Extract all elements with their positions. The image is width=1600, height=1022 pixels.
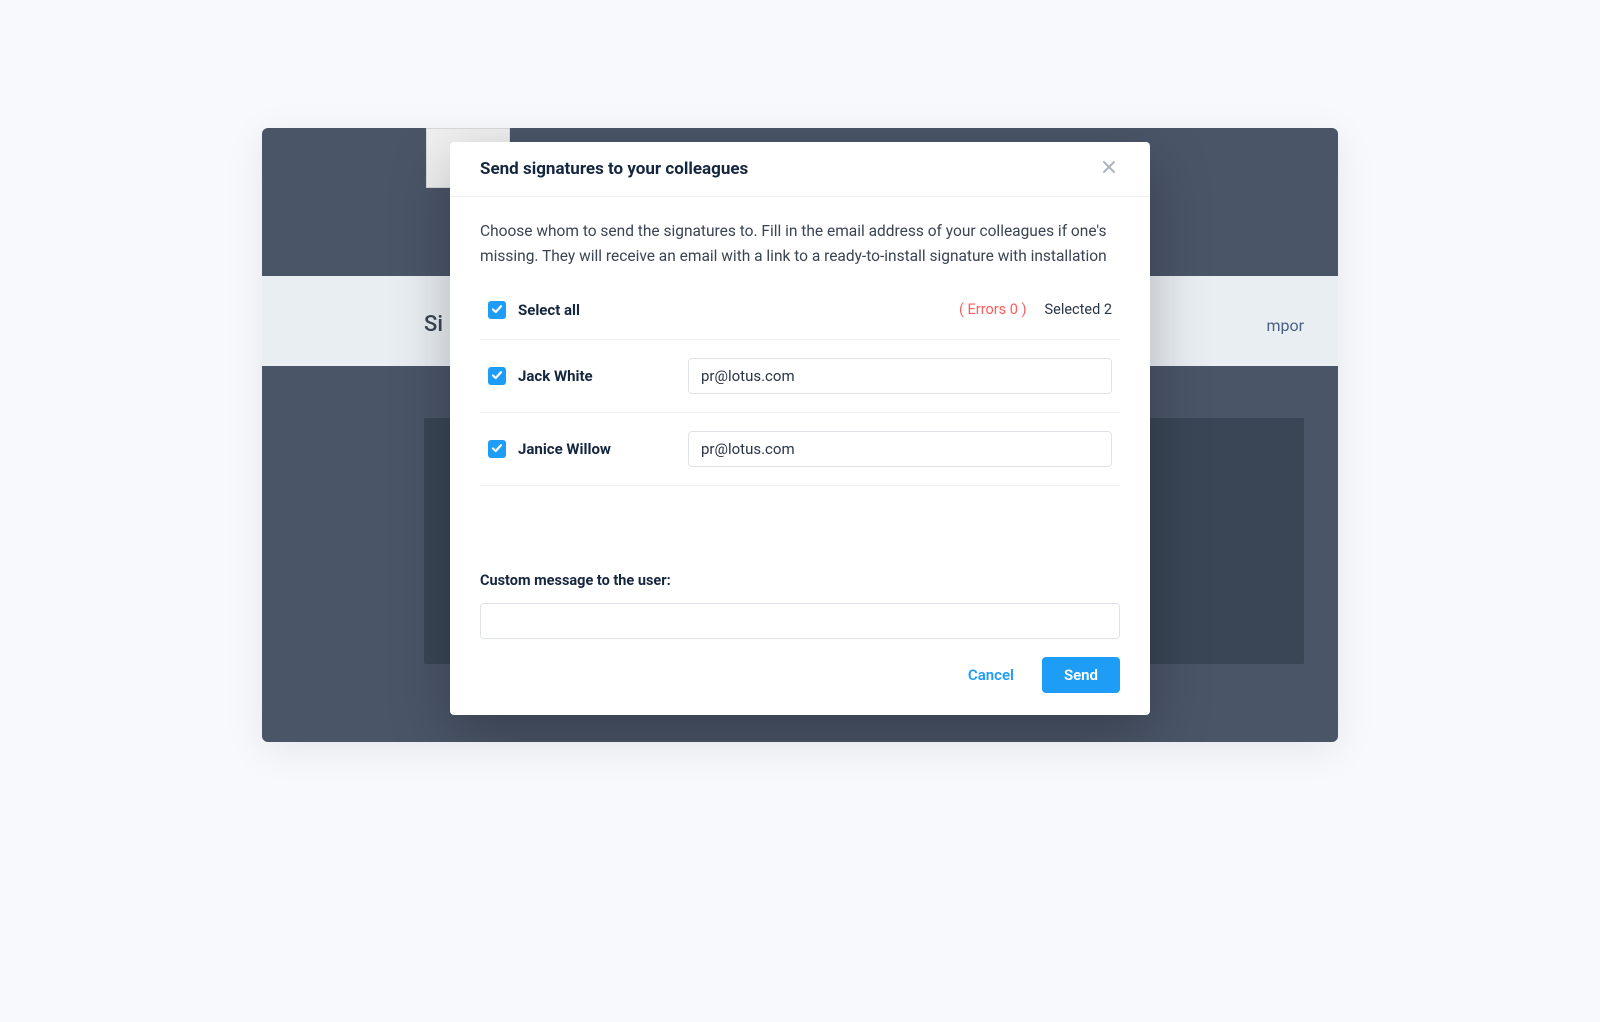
recipient-email-input[interactable]	[688, 431, 1112, 467]
errors-count: ( Errors 0 )	[959, 301, 1027, 318]
modal-footer: Cancel Send	[450, 639, 1150, 715]
close-icon	[1101, 159, 1117, 179]
backdrop-right-text: mpor	[1266, 316, 1304, 335]
recipient-email-input[interactable]	[688, 358, 1112, 394]
backdrop-left-text: Si	[424, 312, 443, 337]
select-all-checkbox[interactable]	[488, 301, 506, 319]
modal-body: Choose whom to send the signatures to. F…	[450, 197, 1150, 639]
cancel-button[interactable]: Cancel	[968, 666, 1014, 684]
selected-count: Selected 2	[1045, 301, 1112, 318]
select-all-status: ( Errors 0 ) Selected 2	[959, 301, 1112, 318]
modal-header: Send signatures to your colleagues	[450, 142, 1150, 197]
check-icon	[491, 439, 503, 458]
recipient-name: Jack White	[518, 367, 676, 385]
select-all-left: Select all	[488, 301, 580, 319]
spacer	[480, 486, 1120, 572]
select-all-row: Select all ( Errors 0 ) Selected 2	[480, 301, 1120, 340]
recipient-row: Jack White	[480, 340, 1120, 413]
check-icon	[491, 366, 503, 385]
custom-message-input[interactable]	[480, 603, 1120, 639]
check-icon	[491, 300, 503, 319]
recipient-name: Janice Willow	[518, 440, 676, 458]
select-all-label: Select all	[518, 301, 580, 319]
send-signatures-modal: Send signatures to your colleagues Choos…	[450, 142, 1150, 715]
modal-description: Choose whom to send the signatures to. F…	[480, 219, 1120, 269]
close-button[interactable]	[1098, 158, 1120, 180]
recipient-checkbox[interactable]	[488, 440, 506, 458]
custom-message-label: Custom message to the user:	[480, 572, 1120, 589]
recipient-row: Janice Willow	[480, 413, 1120, 486]
send-button[interactable]: Send	[1042, 657, 1120, 693]
recipient-checkbox[interactable]	[488, 367, 506, 385]
modal-title: Send signatures to your colleagues	[480, 159, 748, 179]
app-stage: Si mpor Send signatures to your colleagu…	[262, 128, 1338, 742]
